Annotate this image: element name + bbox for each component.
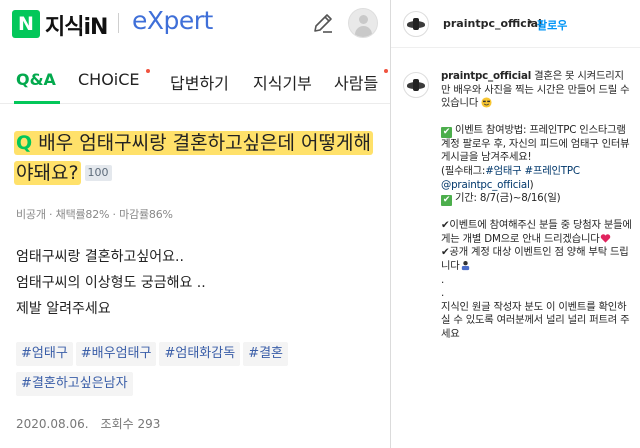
ig-hashtag-link[interactable]: #프레인TPC [525,165,581,177]
smiling-face-icon [481,97,492,108]
question-q-mark: Q [16,132,33,154]
ig-caption-closing: 지식인 원글 작성자 분도 이 이벤트를 확인하실 수 있도록 여러분께서 널리… [441,300,630,340]
active-tab-indicator [14,101,60,104]
ig-caption-username[interactable]: praintpc_official [441,70,531,82]
instagram-post-panel: praintpc_official • 팔로우 praintpc_officia… [390,0,640,448]
question-date: 2020.08.06. [16,417,89,431]
user-avatar[interactable] [348,8,378,38]
ig-event-period: 기간: 8/7(금)~8/16(일) [455,192,561,205]
tab-people-new-dot [384,69,388,73]
question-body-line: 제발 알려주세요 [16,301,111,317]
question-meta: 비공개 · 채택률82% · 마감률86% [16,208,173,221]
expert-link[interactable]: eXpert [132,6,213,35]
question-body-line: 엄태구씨랑 결혼하고싶어요.. [16,249,184,265]
write-question-icon[interactable] [311,11,335,35]
tab-qna[interactable]: Q&A [16,70,56,89]
logo-divider [118,13,119,33]
ig-profile-avatar[interactable] [403,11,429,37]
question-views: 조회수 293 [100,417,161,431]
tag-link[interactable]: #배우엄태구 [75,342,157,366]
ig-required-close: ) [529,178,534,191]
check-box-icon: ✔ [441,195,452,207]
tag-link[interactable]: #결혼 [243,342,289,366]
question-footer: 2020.08.06. 조회수 293 [16,415,172,432]
tag-link[interactable]: #엄태화감독 [159,342,241,366]
ig-caption-dot: . [441,287,445,300]
tab-donation[interactable]: 지식기부 [253,70,312,94]
ig-hashtag-link[interactable]: #엄태구 [485,165,521,177]
kin-question-panel: N 지식iN eXpert Q&A CHOiCE 답변하기 지식기부 사람들 Q… [0,0,390,448]
tag-link[interactable]: #엄태구 [16,342,73,366]
ig-follow-button[interactable]: 팔로우 [537,17,567,33]
tag-link[interactable]: #결혼하고싶은남자 [16,372,133,396]
ig-event-method: 이벤트 참여방법: 프레인TPC 인스타그램 계정 팔로우 후, 자신의 피드에… [441,123,630,164]
person-bowing-icon [461,260,469,271]
kin-service-name[interactable]: 지식iN [45,9,108,41]
tab-people[interactable]: 사람들 [334,70,378,94]
question-body: 엄태구씨랑 결혼하고싶어요.. 엄태구씨의 이상형도 궁금해요 .. 제발 알려… [16,244,206,322]
naver-logo[interactable]: N [12,10,40,38]
ig-post-header: praintpc_official • 팔로우 [391,0,640,48]
check-box-icon: ✔ [441,126,452,138]
question-points-badge: 100 [84,165,112,181]
tab-choice-new-dot [146,69,150,73]
ig-caption: praintpc_official 결혼은 못 시켜드리지만 배우와 사진을 찍… [441,70,633,342]
tab-answer[interactable]: 답변하기 [170,70,229,94]
ig-required-tags-label: (필수태그: [441,164,486,177]
ig-caption-dot: . [441,273,445,286]
question-title-text: 배우 엄태구씨랑 결혼하고싶은데 어떻게해야돼요? [16,132,371,184]
question-tags: #엄태구 #배우엄태구 #엄태화감독 #결혼 #결혼하고싶은남자 [16,342,356,402]
ig-header-separator: • [527,16,534,29]
heart-icon [600,234,610,243]
question-body-line: 엄태구씨의 이상형도 궁금해요 .. [16,275,206,291]
ig-mention-link[interactable]: @praintpc_official [441,179,530,191]
ig-caption-avatar[interactable] [403,72,429,98]
question-title: Q 배우 엄태구씨랑 결혼하고싶은데 어떻게해야돼요? 100 [14,128,386,188]
kin-tab-bar: Q&A CHOiCE 답변하기 지식기부 사람들 [0,60,390,104]
ig-caption-fade [391,395,640,448]
tab-choice[interactable]: CHOiCE [78,70,140,89]
kin-topbar: N 지식iN eXpert [0,0,390,48]
